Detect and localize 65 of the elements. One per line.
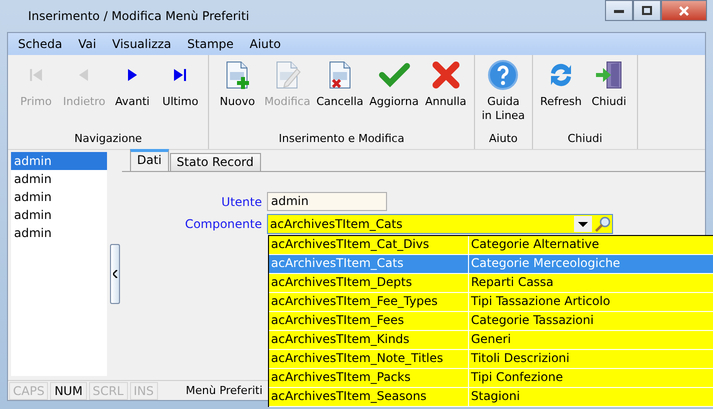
help-icon [487,59,520,91]
dropdown-cell[interactable]: Reparti Cassa [469,274,713,292]
splitter-handle[interactable] [110,244,120,304]
toolbar-button[interactable]: Nuovo [213,55,262,131]
dropdown-cell[interactable]: Titoli Descrizioni [469,350,713,368]
dropdown-cell[interactable]: acArchivesTItem_Fees [269,312,469,330]
status-indicator: CAPS [9,382,48,400]
toolbar-button[interactable]: Refresh [536,55,585,131]
toolbar-group-label: Navigazione [74,132,142,145]
close-button[interactable] [661,0,707,21]
list-item[interactable]: admin [11,206,107,224]
menu-item[interactable]: Visualizza [104,37,180,51]
tab[interactable]: Stato Record [170,153,261,171]
toolbar-button[interactable]: Guida in Linea [478,55,528,131]
dropdown-cell[interactable]: Generi [469,331,713,349]
dropdown-cell[interactable]: acArchivesTItem_Note_Titles [269,350,469,368]
dropdown-cell[interactable]: acArchivesTItem_Fee_Types [269,293,469,311]
status-indicator: INS [130,382,158,400]
chevron-left-icon [112,270,118,278]
last-record-icon [173,68,188,82]
status-text: Menù Preferiti [186,384,263,397]
window-title: Inserimento / Modifica Menù Preferiti [28,9,250,23]
dropdown-cell[interactable]: acArchivesTItem_Kinds [269,331,469,349]
dropdown-cell[interactable]: acArchivesTItem_Depts [269,274,469,292]
search-icon[interactable] [594,216,612,232]
dropdown-cell[interactable]: acArchivesTItem_Packs [269,369,469,387]
combo-box[interactable]: acArchivesTItem_Cats [267,214,613,234]
toolbar-group-label: Inserimento e Modifica [278,132,404,145]
toolbar-group-label: Chiudi [568,132,602,145]
close-icon [679,6,689,16]
toolbar-button[interactable]: Avanti [108,55,156,131]
dropdown-cell[interactable]: acArchivesTItem_Seasons [269,388,469,406]
maximize-icon [642,6,652,15]
list-item[interactable]: admin [11,152,107,170]
text-field[interactable]: admin [267,192,387,211]
menu-item[interactable]: Aiuto [242,37,289,51]
toolbar-button[interactable]: Ultimo [156,55,204,131]
toolbar-button[interactable]: Annulla [422,55,470,131]
first-record-icon [29,68,43,82]
maximize-button[interactable] [633,0,661,21]
toolbar-button[interactable]: Cancella [313,55,366,131]
cross-icon [430,59,462,91]
menu-item[interactable]: Scheda [10,37,70,51]
field-label: Utente [221,194,262,208]
menu-item[interactable]: Vai [70,37,104,51]
status-indicator: NUM [50,382,87,400]
dropdown-cell[interactable]: acArchivesTItem_Cat_Divs [269,236,469,254]
menu-item[interactable]: Stampe [179,37,242,51]
list-item[interactable]: admin [11,170,107,188]
tab[interactable]: Dati [130,149,169,171]
status-indicator: SCRL [88,382,128,400]
minimize-icon [614,8,624,12]
toolbar-button[interactable]: Chiudi [584,55,633,131]
list-item[interactable]: admin [11,224,107,242]
dropdown-cell[interactable]: Tipi Confezione [469,369,713,387]
dropdown-cell[interactable]: Tipi Tassazione Articolo [469,293,713,311]
field-label: Componente [184,217,262,231]
toolbar-button[interactable]: Aggiorna [366,55,422,131]
toolbar-group-label: Aiuto [489,132,518,145]
dropdown-cell[interactable]: Stagioni [469,388,713,406]
list-item[interactable]: admin [11,188,107,206]
minimize-button[interactable] [605,0,633,21]
dropdown-cell[interactable]: Categorie Tassazioni [469,312,713,330]
dropdown-cell[interactable]: Categorie Alternative [469,236,713,254]
next-record-icon [125,68,140,82]
